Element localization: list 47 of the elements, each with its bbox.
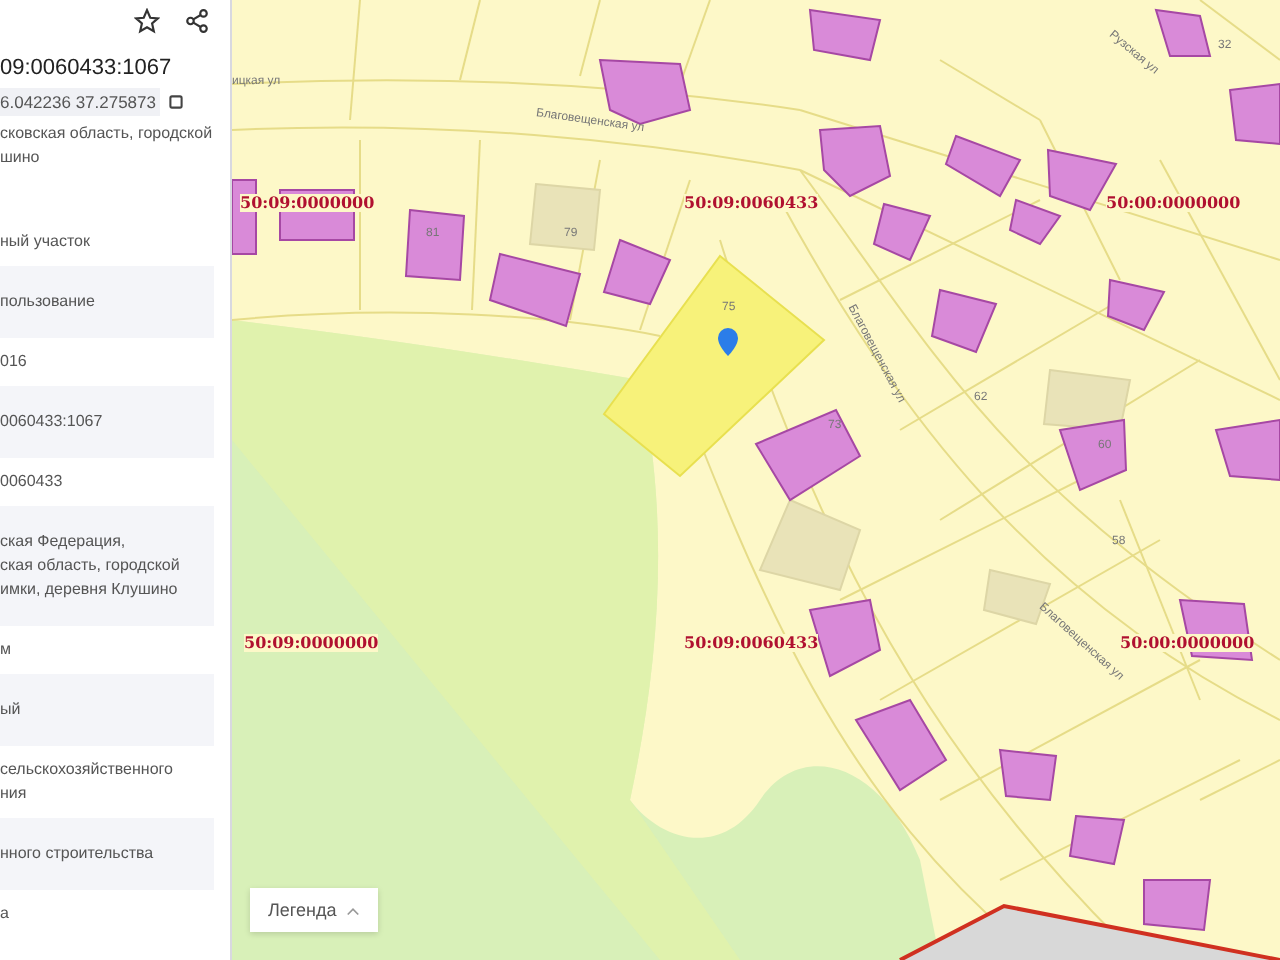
detail-row: пользование xyxy=(0,266,214,338)
building-footprint xyxy=(1058,418,1128,492)
building-footprint xyxy=(872,202,932,262)
building-footprint xyxy=(602,238,672,306)
cadastral-label: 50:00:0000000 xyxy=(1120,634,1255,652)
parcel-boundary xyxy=(1199,0,1280,61)
detail-row: нного строительства xyxy=(0,818,214,890)
location-pin-icon xyxy=(718,328,738,356)
copy-icon[interactable] xyxy=(168,94,184,110)
building-shadow xyxy=(1042,368,1132,432)
building-footprint xyxy=(818,124,892,198)
detail-row-text: сельскохозяйственного ния xyxy=(0,758,175,806)
building-footprint xyxy=(1106,278,1166,332)
cadastral-label: 50:09:0000000 xyxy=(244,634,379,652)
coordinates: 6.042236 37.275873 xyxy=(0,88,160,116)
detail-row-text: м xyxy=(0,638,13,662)
building-footprint xyxy=(1214,418,1280,482)
building-footprint xyxy=(488,252,582,328)
cadastral-label: 50:09:0060433 xyxy=(684,634,819,652)
parcel-number: 09:0060433:1067 xyxy=(0,54,174,80)
building-footprint xyxy=(930,288,998,354)
detail-row-text: 0060433 xyxy=(0,470,65,494)
legend-button[interactable]: Легенда xyxy=(250,888,379,932)
building-footprint xyxy=(404,208,466,282)
building-footprint xyxy=(1068,814,1126,866)
cadastral-label: 50:09:0000000 xyxy=(240,194,375,212)
cadastral-label: 50:09:0060433 xyxy=(684,194,819,212)
building-footprint xyxy=(1154,8,1212,57)
star-icon[interactable] xyxy=(134,8,160,34)
share-icon[interactable] xyxy=(184,8,210,34)
building-footprint xyxy=(998,748,1058,802)
address: сковская область, городской шино xyxy=(0,122,215,170)
building-footprint xyxy=(754,408,862,502)
building-footprint xyxy=(854,698,948,792)
building-shadow xyxy=(528,182,602,252)
building-shadow xyxy=(758,498,862,592)
cadastral-label: 50:00:0000000 xyxy=(1106,194,1241,212)
detail-row-text: а xyxy=(0,902,11,926)
detail-row-text: 016 xyxy=(0,350,29,374)
detail-row: ская Федерация, ская область, городской имки, деревня Клушино xyxy=(0,506,214,626)
building-footprint xyxy=(808,8,882,62)
chevron-up-icon xyxy=(346,905,361,915)
detail-row-text: ный участок xyxy=(0,230,92,254)
building-footprint xyxy=(1228,82,1280,146)
building-footprint xyxy=(1143,879,1212,932)
detail-row: 0060433:1067 xyxy=(0,386,214,458)
detail-row: ый xyxy=(0,674,214,746)
